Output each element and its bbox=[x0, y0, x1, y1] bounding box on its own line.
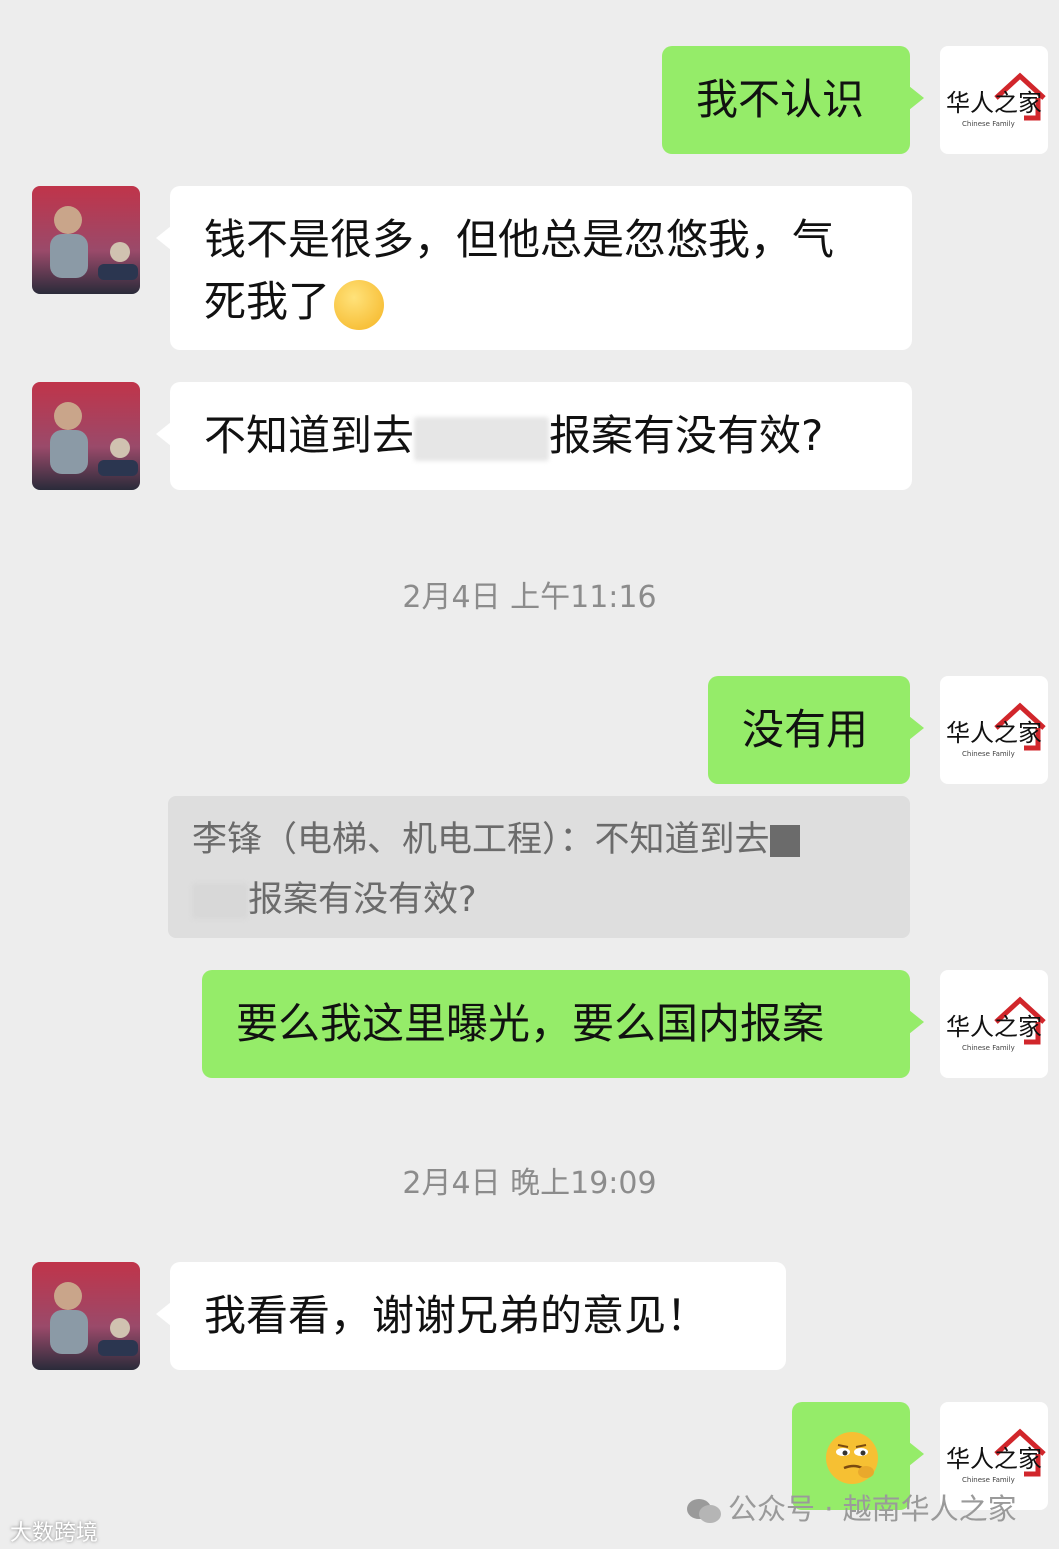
svg-text:华人之家: 华人之家 bbox=[946, 1445, 1042, 1473]
contact-avatar-icon bbox=[32, 382, 140, 490]
wechat-icon bbox=[687, 1499, 721, 1523]
message-text: 不知道到去 bbox=[204, 411, 415, 460]
svg-text:Chinese Family: Chinese Family bbox=[962, 1476, 1015, 1484]
their-message-bubble[interactable]: 我看看，谢谢兄弟的意见！ bbox=[156, 1262, 786, 1370]
message-text-line: 死我了 bbox=[204, 277, 331, 326]
my-message-bubble[interactable]: 要么我这里曝光，要么国内报案 bbox=[202, 970, 924, 1078]
self-avatar[interactable]: 华人之家 Chinese Family bbox=[940, 676, 1048, 784]
redacted-region bbox=[769, 825, 800, 857]
contact-avatar[interactable] bbox=[32, 186, 140, 294]
wechat-watermark: 公众号 · 越南华人之家 bbox=[686, 1486, 1017, 1528]
timestamp: 2月4日 上午11:16 bbox=[402, 580, 657, 615]
timestamp: 2月4日 晚上19:09 bbox=[402, 1166, 657, 1201]
svg-text:华人之家: 华人之家 bbox=[946, 89, 1042, 117]
redacted-region bbox=[192, 883, 248, 919]
contact-avatar-icon bbox=[32, 1262, 140, 1370]
quote-text-line: 李锋（电梯、机电工程）：不知道到去 bbox=[192, 820, 770, 860]
corner-watermark: 大数跨境 bbox=[10, 1521, 99, 1546]
my-message-bubble[interactable]: 我不认识 bbox=[662, 46, 924, 154]
my-message-bubble[interactable]: 没有用 bbox=[708, 676, 924, 784]
message-text: 报案有没有效? bbox=[549, 411, 824, 460]
message-text: 没有用 bbox=[742, 705, 869, 754]
smirk-emoji-icon bbox=[826, 1432, 878, 1484]
redacted-region bbox=[414, 416, 550, 461]
svg-text:Chinese Family: Chinese Family bbox=[962, 750, 1015, 758]
huaren-logo-icon: 华人之家 Chinese Family bbox=[940, 970, 1048, 1078]
message-text: 我看看，谢谢兄弟的意见！ bbox=[204, 1291, 709, 1340]
svg-text:Chinese Family: Chinese Family bbox=[962, 1044, 1015, 1052]
svg-text:华人之家: 华人之家 bbox=[946, 1013, 1042, 1041]
contact-avatar-icon bbox=[32, 186, 140, 294]
message-text-line: 钱不是很多，但他总是忽悠我，气 bbox=[204, 215, 835, 264]
their-message-bubble[interactable]: 钱不是很多，但他总是忽悠我，气 死我了 bbox=[156, 186, 912, 350]
facepalm-emoji-icon bbox=[334, 279, 385, 330]
contact-avatar[interactable] bbox=[32, 1262, 140, 1370]
huaren-logo-icon: 华人之家 Chinese Family bbox=[940, 676, 1048, 784]
huaren-logo-icon: 华人之家 Chinese Family bbox=[940, 46, 1048, 154]
self-avatar[interactable]: 华人之家 Chinese Family bbox=[940, 46, 1048, 154]
quoted-message[interactable]: 李锋（电梯、机电工程）：不知道到去 报案有没有效? bbox=[168, 796, 910, 938]
self-avatar[interactable]: 华人之家 Chinese Family bbox=[940, 970, 1048, 1078]
svg-text:Chinese Family: Chinese Family bbox=[962, 120, 1015, 128]
their-message-bubble[interactable]: 不知道到去 报案有没有效? bbox=[156, 382, 912, 490]
message-text: 要么我这里曝光，要么国内报案 bbox=[236, 999, 825, 1048]
quote-text-line: 报案有没有效? bbox=[248, 880, 477, 920]
contact-avatar[interactable] bbox=[32, 382, 140, 490]
svg-text:华人之家: 华人之家 bbox=[946, 719, 1042, 747]
message-text: 我不认识 bbox=[696, 75, 865, 124]
